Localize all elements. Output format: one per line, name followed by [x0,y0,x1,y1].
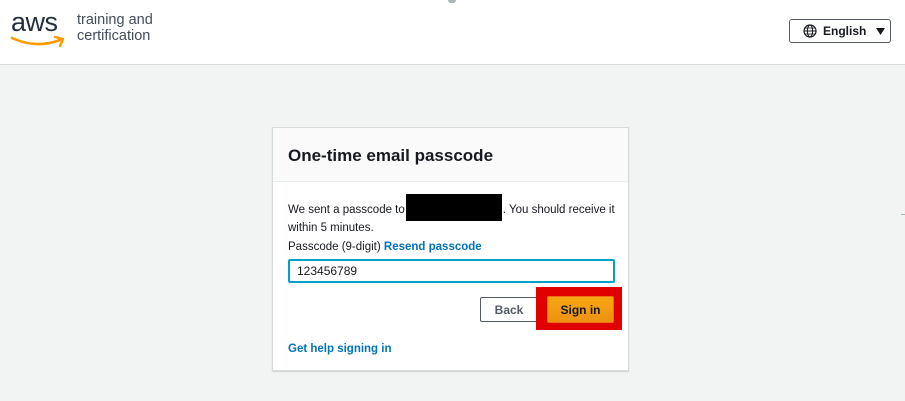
sign-in-button[interactable]: Sign in [547,296,614,323]
globe-icon [803,24,817,38]
resend-passcode-link[interactable]: Resend passcode [384,241,482,253]
right-edge-mark [901,214,905,215]
passcode-label-row: Passcode (9-digit) Resend passcode [288,241,482,253]
card-header: One-time email passcode [273,128,628,182]
help-signing-in-link[interactable]: Get help signing in [288,343,392,355]
brand-text: training and certification [77,12,153,44]
passcode-label: Passcode (9-digit) [288,241,381,253]
redacted-email [405,194,502,221]
passcode-input[interactable] [288,259,615,283]
language-selector[interactable]: English [789,19,891,43]
brand-line-2: certification [77,28,151,44]
brand-line-1: training and [77,12,153,28]
aws-logo-text: aws [11,7,58,37]
page-title: One-time email passcode [288,146,494,165]
aws-smile-icon [10,35,65,48]
aws-logo[interactable]: aws [10,7,68,50]
passcode-message: We sent a passcode to. You should receiv… [288,194,618,236]
back-button[interactable]: Back [480,297,538,322]
message-before: We sent a passcode to [288,204,405,216]
passcode-card: One-time email passcode We sent a passco… [272,127,629,371]
language-label: English [823,24,867,38]
caret-down-icon [876,27,886,35]
top-header: aws training and certification English [0,0,905,65]
